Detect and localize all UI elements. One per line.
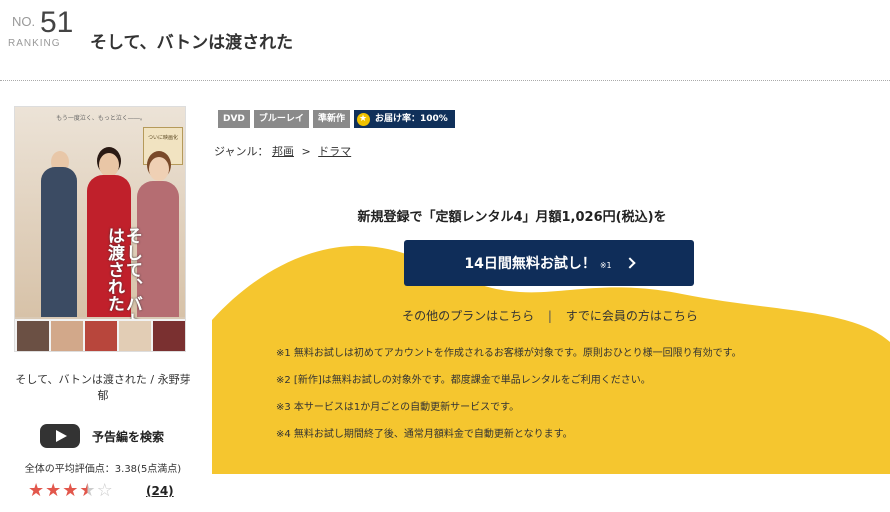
header-divider [0, 80, 890, 81]
chevron-right-icon [623, 257, 636, 269]
cover-figure [137, 181, 179, 317]
rank-number: 51 [40, 6, 74, 39]
format-tags: DVD ブルーレイ 準新作 お届け率：100% [218, 110, 455, 128]
footnote-2: ※2 [新作]は無料お試しの対象外です。都度課金で単品レンタルをご利用ください。 [276, 375, 651, 386]
other-plans-link[interactable]: その他のプランはこちら [402, 309, 534, 323]
free-trial-footnote: ※1 [599, 260, 612, 270]
review-count-link[interactable]: (24) [146, 484, 174, 498]
star-rating: ★ ★ ★ ★ ☆ [28, 480, 114, 502]
rank-label: RANKING [8, 38, 61, 49]
star-full-icon: ★ [28, 480, 45, 501]
cover-figure [41, 167, 77, 317]
tag-dvd: DVD [218, 110, 250, 128]
cover-cast-strip [15, 319, 185, 351]
ranking-badge: NO. 51 RANKING [4, 6, 76, 52]
genre-link-drama[interactable]: ドラマ [318, 145, 351, 158]
genre-link-japanese-film[interactable]: 邦画 [272, 145, 294, 158]
footnote-3: ※3 本サービスは1か月ごとの自動更新サービスです。 [276, 402, 520, 413]
footnotes: ※1 無料お試しは初めてアカウントを作成されるお客様が対象です。原則おひとり様一… [276, 346, 742, 454]
cast-thumbnail [51, 321, 83, 351]
rank-prefix: NO. [12, 14, 36, 29]
page-title: そして、バトンは渡された [90, 33, 294, 53]
cast-thumbnail [153, 321, 185, 351]
footnote-1: ※1 無料お試しは初めてアカウントを作成されるお客様が対象です。原則おひとり様一… [276, 348, 742, 359]
tag-semi-new: 準新作 [312, 110, 350, 128]
link-separator: | [547, 309, 552, 323]
tag-delivery-rate: お届け率：100% [353, 110, 455, 128]
cover-figure-head [149, 157, 169, 181]
star-empty-icon: ☆ [96, 480, 113, 501]
medal-icon [356, 110, 370, 128]
plan-links: その他のプランはこちら | すでに会員の方はこちら [212, 307, 888, 324]
cast-thumbnail [17, 321, 49, 351]
star-half-icon: ★ [79, 480, 96, 501]
free-trial-button[interactable]: 14日間無料お試し！ ※1 [404, 240, 694, 286]
tag-bluray: ブルーレイ [253, 110, 309, 128]
plan-headline: 新規登録で「定額レンタル4」月額1,026円(税込)を [357, 210, 667, 225]
trailer-search-label: 予告編を検索 [92, 429, 165, 444]
star-full-icon: ★ [45, 480, 62, 501]
footnote-4: ※4 無料お試し期間終了後、通常月額料金で自動更新となります。 [276, 429, 573, 440]
cover-tagline: もう一度泣く、もっと泣く――。 [56, 115, 146, 122]
genre-arrow: > [301, 145, 311, 158]
average-rating-text: 全体の平均評価点：3.38(5点満点) [24, 464, 182, 475]
cover-figure-head [99, 153, 119, 177]
play-video-icon [40, 424, 80, 448]
item-title: そして、バトンは渡された / 永野芽郁 [15, 373, 191, 402]
genre-label: ジャンル： [214, 145, 269, 158]
members-login-link[interactable]: すでに会員の方はこちら [566, 309, 698, 323]
cast-thumbnail [119, 321, 151, 351]
cast-thumbnail [85, 321, 117, 351]
free-trial-label: 14日間無料お試し！ [464, 256, 596, 272]
star-full-icon: ★ [62, 480, 79, 501]
genre-breadcrumb: ジャンル： 邦画 > ドラマ [214, 143, 351, 159]
cover-image[interactable]: もう一度泣く、もっと泣く――。 ついに映画化 そして、バトンは渡された [14, 106, 186, 352]
delivery-rate-label: お届け率：100% [374, 114, 448, 124]
trailer-search-button[interactable]: 予告編を検索 [40, 424, 164, 448]
